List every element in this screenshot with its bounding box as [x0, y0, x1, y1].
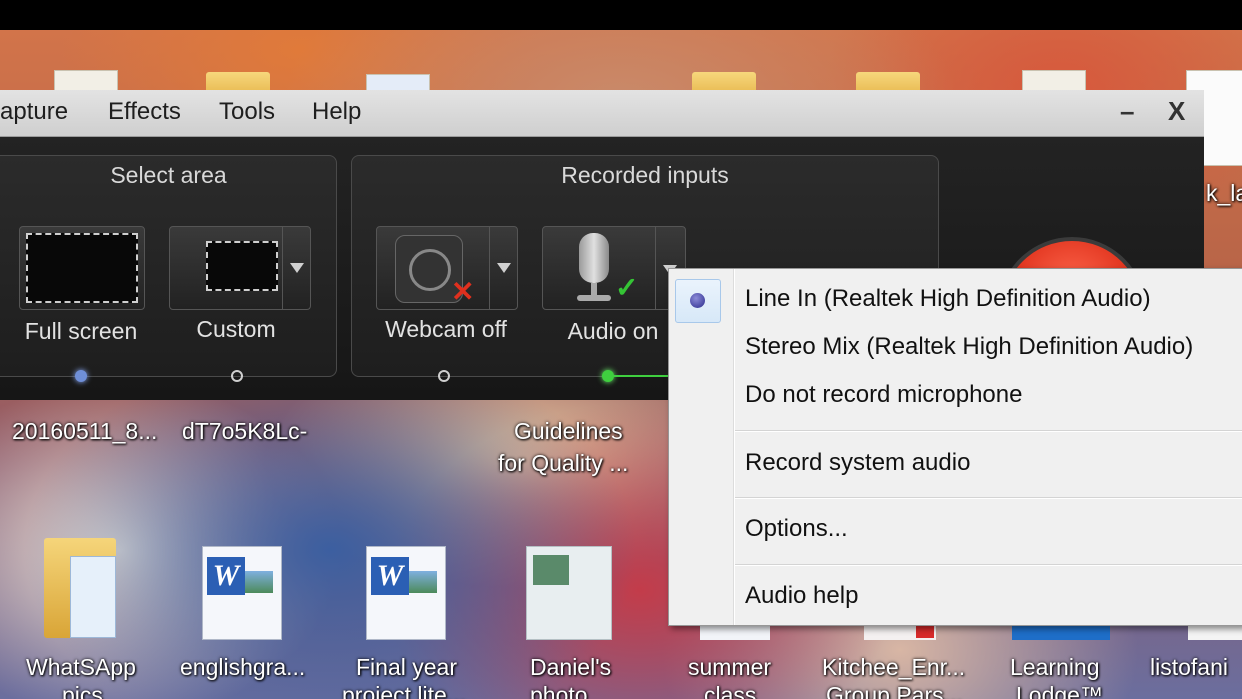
full-screen-active-dot	[75, 370, 87, 382]
desktop-icon-label[interactable]: WhatSApp	[26, 654, 136, 681]
folder-preview-icon	[70, 556, 116, 638]
custom-label: Custom	[196, 316, 276, 342]
webcam-label: Webcam off	[385, 316, 507, 342]
menu-capture[interactable]: apture	[0, 98, 68, 126]
audio-level-line	[614, 375, 674, 377]
menu-item-record-system-audio[interactable]: Record system audio	[745, 449, 970, 477]
image-thumbnail-icon	[533, 555, 569, 585]
menu-item-stereo-mix[interactable]: Stereo Mix (Realtek High Definition Audi…	[745, 333, 1193, 361]
word-logo-icon: W	[207, 557, 245, 595]
desktop-icon-label[interactable]: class	[704, 682, 756, 699]
menu-help[interactable]: Help	[312, 98, 361, 126]
webcam-toggle-button[interactable]: ✕	[376, 226, 518, 310]
desktop-icon-label[interactable]: Daniel's	[530, 654, 611, 681]
desktop-icon-label[interactable]: 20160511_8...	[12, 418, 157, 445]
selected-item-highlight	[675, 279, 721, 323]
desktop-icon-label[interactable]: summer	[688, 654, 771, 681]
split-divider	[655, 227, 656, 309]
menu-item-no-microphone[interactable]: Do not record microphone	[745, 381, 1022, 409]
menu-item-options[interactable]: Options...	[745, 515, 848, 543]
microphone-icon	[579, 233, 609, 283]
menu-gutter	[733, 269, 734, 625]
word-logo-icon: W	[371, 557, 409, 595]
word-document-icon[interactable]: W	[366, 546, 446, 640]
microphone-base-icon	[577, 295, 611, 301]
desktop-icon-label[interactable]: listofani	[1150, 654, 1228, 681]
custom-area-button[interactable]	[169, 226, 311, 310]
desktop-icon-label[interactable]: Group Pars...	[826, 682, 963, 699]
close-button[interactable]: X	[1168, 96, 1185, 127]
folder-icon[interactable]	[44, 538, 116, 638]
photo-document-icon[interactable]	[526, 546, 612, 640]
menu-separator	[735, 564, 1242, 565]
radio-selected-icon	[690, 293, 705, 308]
split-divider	[282, 227, 283, 309]
desktop-icon-label[interactable]: englishgra...	[180, 654, 305, 681]
webcam-lens-icon	[409, 249, 451, 291]
menu-separator	[735, 430, 1242, 431]
desktop-icon-label: k_la	[1206, 180, 1242, 206]
audio-label: Audio on	[567, 318, 659, 344]
desktop-icon-label[interactable]: project lite...	[342, 682, 466, 699]
select-area-panel: Select area Full screen Custom	[0, 155, 337, 382]
image-thumbnail-icon	[245, 571, 273, 593]
dashed-small-rectangle-icon	[206, 241, 278, 291]
desktop-icon-label[interactable]: Guidelines	[514, 418, 623, 445]
recorded-inputs-title: Recorded inputs	[561, 162, 729, 188]
dashed-rectangle-icon	[26, 233, 138, 303]
desktop-icon-label[interactable]: dT7o5K8Lc-	[182, 418, 307, 445]
menu-item-audio-help[interactable]: Audio help	[745, 582, 858, 610]
menu-item-line-in[interactable]: Line In (Realtek High Definition Audio)	[745, 285, 1151, 313]
enabled-check-icon: ✓	[615, 272, 639, 303]
microphone-stand-icon	[591, 283, 597, 295]
webcam-inactive-dot	[438, 370, 450, 382]
minimize-button[interactable]: –	[1120, 96, 1134, 127]
image-thumbnail-icon	[409, 571, 437, 593]
audio-options-menu: Line In (Realtek High Definition Audio) …	[668, 268, 1242, 626]
menu-tools[interactable]: Tools	[219, 98, 275, 126]
desktop-icon-label[interactable]: Lodge™	[1016, 682, 1103, 699]
split-divider	[489, 227, 490, 309]
desktop-icon-label[interactable]: Kitchee_Enr...	[822, 654, 965, 681]
desktop-icon-label[interactable]: Learning	[1010, 654, 1100, 681]
menu-bar: apture Effects Tools Help – X	[0, 90, 1204, 137]
disabled-x-icon: ✕	[451, 276, 475, 307]
chevron-down-icon[interactable]	[290, 263, 304, 273]
custom-inactive-dot	[231, 370, 243, 382]
audio-toggle-button[interactable]: ✓	[542, 226, 686, 310]
desktop-icon-label[interactable]: for Quality ...	[498, 450, 628, 477]
pdf-badge-icon	[916, 624, 934, 638]
menu-effects[interactable]: Effects	[108, 98, 181, 126]
desktop-icon-label[interactable]: pics	[62, 682, 103, 699]
full-screen-label: Full screen	[24, 318, 138, 344]
audio-active-dot	[602, 370, 614, 382]
word-document-icon[interactable]: W	[202, 546, 282, 640]
full-screen-button[interactable]	[19, 226, 145, 310]
select-area-title: Select area	[110, 162, 227, 188]
desktop-icon-label[interactable]: Final year	[356, 654, 457, 681]
chevron-down-icon[interactable]	[497, 263, 511, 273]
menu-separator	[735, 497, 1242, 498]
desktop-icon-label[interactable]: photo	[530, 682, 588, 699]
